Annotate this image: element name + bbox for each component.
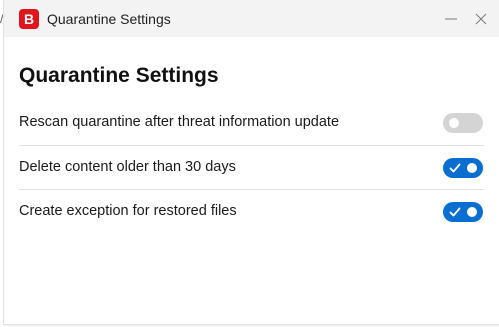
checkmark-icon [449, 207, 461, 217]
page-title: Quarantine Settings [19, 64, 219, 87]
minimize-icon [445, 18, 457, 20]
setting-row-rescan-quarantine: Rescan quarantine after threat informati… [19, 101, 484, 144]
app-logo-icon: B [19, 9, 39, 29]
toggle-knob [467, 163, 477, 173]
toggle-knob [449, 118, 459, 128]
checkmark-icon [449, 163, 461, 173]
toggle-knob [467, 207, 477, 217]
setting-label: Create exception for restored files [19, 203, 237, 219]
window-title: Quarantine Settings [47, 11, 171, 27]
restored-files-exception-toggle[interactable] [443, 202, 483, 222]
settings-window: B Quarantine Settings Quarantine Setting… [4, 0, 499, 324]
close-icon [475, 13, 487, 25]
delete-old-content-toggle[interactable] [443, 158, 483, 178]
title-bar: B Quarantine Settings [4, 0, 499, 37]
minimize-button[interactable] [439, 8, 463, 30]
setting-row-restored-files-exception: Create exception for restored files [19, 189, 484, 233]
setting-row-delete-old-content: Delete content older than 30 days [19, 145, 484, 189]
setting-label: Rescan quarantine after threat informati… [19, 114, 340, 130]
setting-label: Delete content older than 30 days [19, 159, 236, 175]
app-logo-letter: B [23, 11, 35, 27]
background-window-glyph: / [0, 12, 4, 26]
settings-panel: Quarantine Settings Rescan quarantine af… [4, 37, 499, 324]
rescan-quarantine-toggle[interactable] [443, 113, 483, 133]
close-button[interactable] [469, 8, 493, 30]
